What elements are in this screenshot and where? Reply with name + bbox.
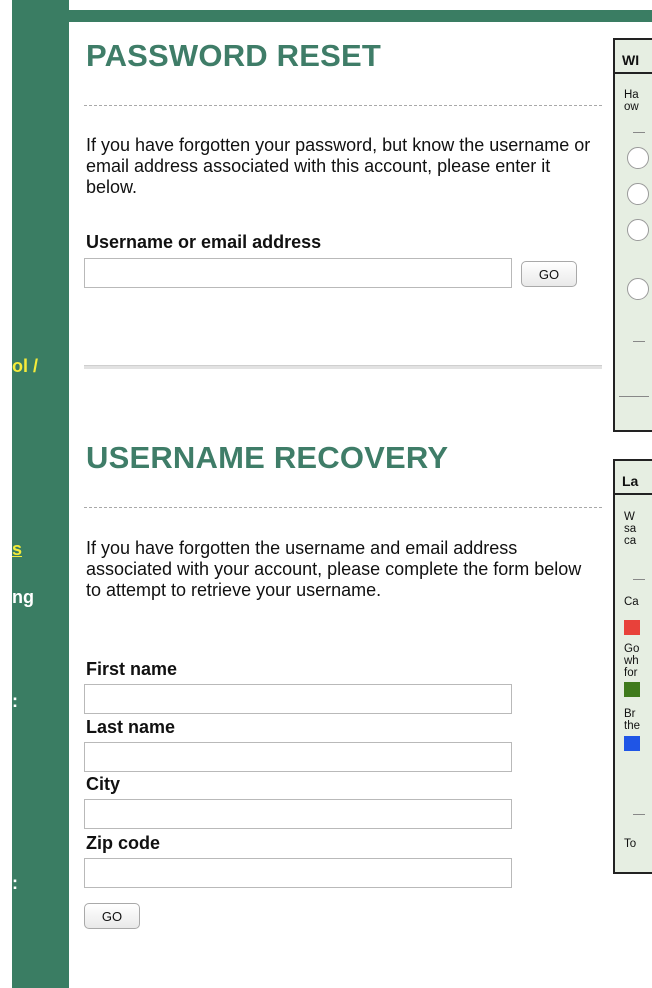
password-reset-title: PASSWORD RESET <box>86 38 382 73</box>
top-header-strip <box>69 10 652 22</box>
zip-code-label: Zip code <box>86 833 161 853</box>
password-reset-description: If you have forgotten your password, but… <box>86 135 591 197</box>
first-name-label: First name <box>86 659 178 679</box>
left-sidebar <box>12 0 69 988</box>
legend-divider <box>633 579 645 580</box>
username-or-email-input[interactable] <box>84 258 512 288</box>
city-input[interactable] <box>84 799 512 829</box>
poll-option-radio[interactable] <box>627 147 649 169</box>
username-recovery-title: USERNAME RECOVERY <box>86 440 449 475</box>
poll-divider <box>619 396 649 397</box>
poll-option-radio[interactable] <box>627 183 649 205</box>
poll-widget-title: WI <box>615 40 652 74</box>
legend-divider <box>633 814 645 815</box>
legend-widget-text: Br the <box>624 708 640 732</box>
section-separator <box>84 365 602 369</box>
poll-widget-text: Ha <box>624 89 639 101</box>
username-or-email-label: Username or email address <box>86 232 322 252</box>
poll-widget: WI Ha ow <box>613 38 652 432</box>
sidebar-link-fragment[interactable]: s <box>12 539 22 560</box>
sidebar-fragment: : <box>12 873 18 893</box>
first-name-input[interactable] <box>84 684 512 714</box>
last-name-input[interactable] <box>84 742 512 772</box>
poll-widget-text: ow <box>624 101 639 113</box>
legend-widget-text: W sa ca <box>624 511 637 547</box>
poll-option-radio[interactable] <box>627 219 649 241</box>
sidebar-fragment: ng <box>12 587 34 607</box>
sidebar-fragment: ol / <box>12 356 38 376</box>
legend-widget: La W sa ca Ca Go wh for Br the To <box>613 459 652 874</box>
legend-widget-title: La <box>615 461 652 495</box>
poll-divider <box>633 132 645 133</box>
legend-swatch-red <box>624 620 640 635</box>
last-name-label: Last name <box>86 717 176 737</box>
username-recovery-description: If you have forgotten the username and e… <box>86 538 582 600</box>
username-recovery-go-button[interactable]: GO <box>84 903 140 929</box>
zip-code-input[interactable] <box>84 858 512 888</box>
legend-widget-text: Ca <box>624 596 639 608</box>
sidebar-fragment: : <box>12 691 18 711</box>
main-content-card: PASSWORD RESET If you have forgotten you… <box>72 22 610 988</box>
poll-divider <box>633 341 645 342</box>
legend-swatch-green <box>624 682 640 697</box>
legend-widget-text: Go wh for <box>624 643 640 679</box>
poll-option-radio[interactable] <box>627 278 649 300</box>
password-reset-go-button[interactable]: GO <box>521 261 577 287</box>
section-divider <box>84 105 602 106</box>
legend-widget-text: To <box>624 838 637 850</box>
legend-swatch-blue <box>624 736 640 751</box>
section-divider <box>84 507 602 508</box>
city-label: City <box>86 774 121 794</box>
